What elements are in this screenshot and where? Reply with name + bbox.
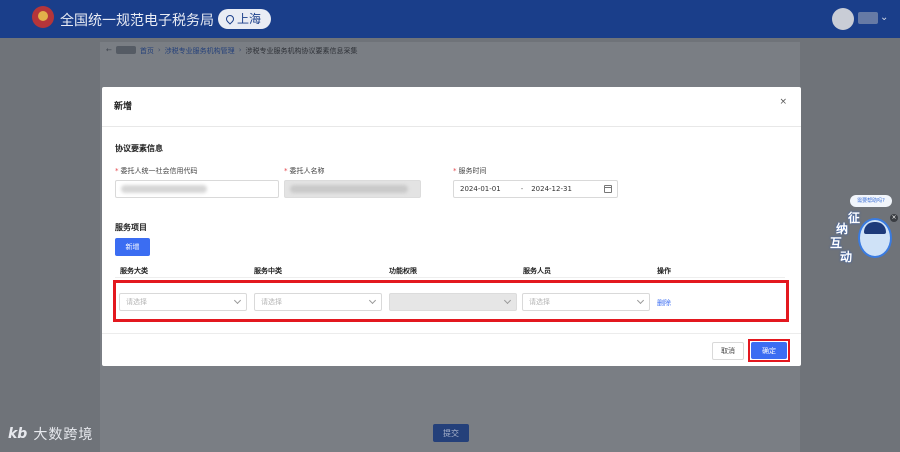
back-arrow-icon[interactable]: ← xyxy=(106,46,112,56)
col-permission: 功能权限 xyxy=(389,267,417,275)
col-service-subcategory: 服务中类 xyxy=(254,267,282,275)
watermark: kb 大数跨境 xyxy=(8,424,93,444)
region-label: 上海 xyxy=(237,12,262,26)
location-pin-icon xyxy=(224,13,236,25)
chevron-down-icon[interactable]: ⌄ xyxy=(880,12,888,23)
back-label-blurred[interactable] xyxy=(115,46,136,54)
end-date[interactable]: 2024-12-31 xyxy=(531,181,572,197)
assistant-widget[interactable]: 需要帮助吗? × 征 纳 互 动 xyxy=(830,192,900,272)
credit-code-value-blurred xyxy=(121,185,207,193)
assistant-avatar-icon[interactable] xyxy=(858,218,892,258)
client-name-value-blurred xyxy=(290,185,408,193)
breadcrumb: ← 首页 › 涉税专业服务机构管理 › 涉税专业服务机构协议要素信息采集 xyxy=(106,46,358,56)
watermark-text: 大数跨境 xyxy=(33,427,94,443)
top-bar: 全国统一规范电子税务局 上海 ⌄ xyxy=(0,0,900,38)
date-separator: - xyxy=(520,185,524,193)
table-header-divider xyxy=(115,277,785,278)
widget-char: 征 xyxy=(848,211,861,225)
watermark-logo: kb xyxy=(8,426,28,442)
region-selector[interactable]: 上海 xyxy=(218,9,272,29)
help-bubble[interactable]: 需要帮助吗? xyxy=(850,195,892,207)
breadcrumb-separator: › xyxy=(238,46,242,54)
service-date-range[interactable]: 2024-01-01 - 2024-12-31 xyxy=(453,180,618,198)
section-agreement-title: 协议要素信息 xyxy=(115,144,163,153)
dialog-footer-divider xyxy=(102,333,801,334)
col-staff: 服务人员 xyxy=(523,267,551,275)
client-name-label: * 委托人名称 xyxy=(284,167,325,175)
add-dialog: 新增 × xyxy=(102,87,801,366)
breadcrumb-separator: › xyxy=(157,46,161,54)
dialog-title: 新增 xyxy=(114,102,133,112)
section-service-title: 服务项目 xyxy=(115,223,147,232)
user-name-blurred[interactable] xyxy=(858,12,878,24)
widget-close-icon[interactable]: × xyxy=(890,214,898,222)
col-service-category: 服务大类 xyxy=(120,267,148,275)
user-avatar[interactable] xyxy=(832,8,854,30)
calendar-icon[interactable] xyxy=(604,185,612,193)
col-action: 操作 xyxy=(657,267,671,275)
credit-code-label: * 委托人统一社会信用代码 xyxy=(115,167,198,175)
tax-emblem-icon xyxy=(32,6,54,28)
submit-button[interactable]: 提交 xyxy=(433,424,469,442)
breadcrumb-agency-management[interactable]: 涉税专业服务机构管理 xyxy=(165,46,235,56)
cancel-button[interactable]: 取消 xyxy=(712,342,744,360)
widget-char: 动 xyxy=(840,250,853,264)
close-icon[interactable]: × xyxy=(779,97,787,107)
dialog-header: 新增 × xyxy=(102,87,801,127)
start-date[interactable]: 2024-01-01 xyxy=(460,181,501,197)
breadcrumb-home[interactable]: 首页 xyxy=(140,46,154,56)
row-highlight-box xyxy=(113,280,789,322)
breadcrumb-current: 涉税专业服务机构协议要素信息采集 xyxy=(245,47,358,55)
confirm-highlight-box: 确定 xyxy=(748,339,790,362)
site-title: 全国统一规范电子税务局 xyxy=(60,13,214,29)
add-service-button[interactable]: 新增 xyxy=(115,238,150,256)
confirm-button[interactable]: 确定 xyxy=(751,342,787,359)
service-time-label: * 服务时间 xyxy=(453,167,487,175)
